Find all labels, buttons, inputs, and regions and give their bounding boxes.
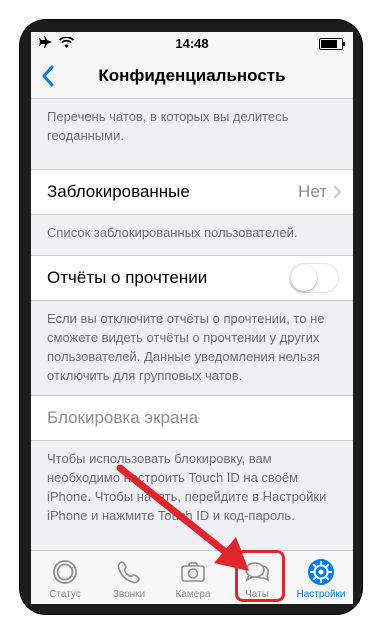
toggle-knob — [291, 265, 317, 291]
battery-icon — [319, 38, 345, 50]
phone-icon — [117, 561, 140, 584]
chevron-right-icon — [333, 185, 341, 199]
status-time: 14:48 — [175, 36, 209, 51]
tab-calls[interactable]: Звонки — [97, 551, 161, 604]
tab-status[interactable]: Статус — [33, 551, 97, 604]
settings-list[interactable]: Перечень чатов, в которых вы делитесь ге… — [31, 99, 353, 550]
blocked-label: Заблокированные — [47, 182, 190, 201]
tab-settings-label: Настройки — [296, 589, 346, 600]
location-note: Перечень чатов, в которых вы делитесь ге… — [47, 109, 289, 143]
blocked-note: Список заблокированных пользователей. — [47, 225, 298, 240]
read-receipts-note: Если вы отключите отчёты о прочтении, то… — [47, 311, 325, 383]
tab-settings[interactable]: Настройки — [289, 551, 353, 604]
tab-calls-label: Звонки — [112, 589, 146, 600]
page-title: Конфиденциальность — [98, 66, 286, 85]
read-receipts-row: Отчёты о прочтении — [31, 255, 353, 301]
highlight-chats-tab — [235, 550, 285, 602]
navigation-bar: Конфиденциальность — [31, 54, 353, 99]
camera-icon — [181, 562, 205, 582]
status-icon — [53, 560, 77, 584]
tab-camera-label: Камера — [175, 589, 211, 600]
tab-camera[interactable]: Камера — [161, 551, 225, 604]
tab-bar: Статус Звонки Камера Чаты Настройки — [31, 550, 353, 604]
blocked-row[interactable]: Заблокированные Нет — [31, 169, 353, 215]
settings-icon — [308, 559, 334, 585]
screen-lock-label: Блокировка экрана — [47, 408, 199, 427]
phone-screen: 14:48 Конфиденциальность Перечень чатов,… — [31, 32, 353, 604]
status-bar: 14:48 — [31, 32, 353, 54]
screen-lock-note: Чтобы использовать блокировку, вам необх… — [47, 451, 327, 523]
tab-status-label: Статус — [49, 589, 81, 600]
read-receipts-label: Отчёты о прочтении — [47, 268, 208, 287]
screen-lock-row: Блокировка экрана — [31, 395, 353, 441]
read-receipts-toggle[interactable] — [289, 263, 339, 293]
blocked-value: Нет — [298, 182, 327, 201]
